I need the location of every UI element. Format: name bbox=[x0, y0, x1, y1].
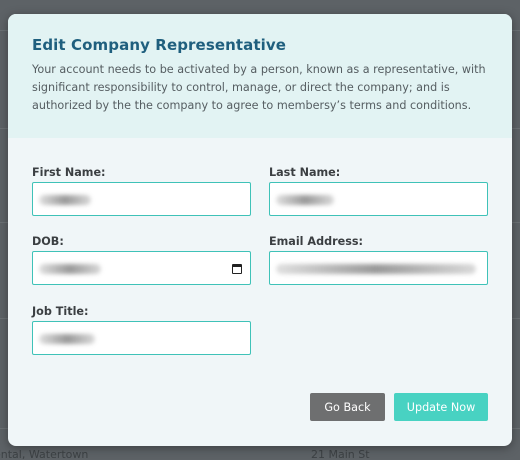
dob-label: DOB: bbox=[32, 235, 64, 248]
last-name-input[interactable] bbox=[269, 182, 488, 216]
first-name-label: First Name: bbox=[32, 166, 106, 179]
modal-title: Edit Company Representative bbox=[32, 36, 287, 54]
redacted-value bbox=[39, 195, 91, 205]
modal-description: Your account needs to be activated by a … bbox=[32, 63, 486, 112]
dob-field: DOB: bbox=[32, 235, 251, 285]
edit-representative-modal: Edit Company Representative Your account… bbox=[8, 14, 512, 446]
redacted-value bbox=[39, 264, 101, 274]
go-back-button[interactable]: Go Back bbox=[310, 393, 385, 421]
last-name-label: Last Name: bbox=[269, 166, 341, 179]
first-name-field: First Name: bbox=[32, 166, 251, 216]
update-now-button[interactable]: Update Now bbox=[394, 393, 488, 421]
calendar-icon[interactable] bbox=[232, 264, 242, 274]
email-label: Email Address: bbox=[269, 235, 363, 248]
last-name-field: Last Name: bbox=[269, 166, 488, 216]
first-name-input[interactable] bbox=[32, 182, 251, 216]
redacted-value bbox=[39, 334, 95, 344]
email-field: Email Address: bbox=[269, 235, 488, 285]
redacted-value bbox=[276, 264, 476, 274]
modal-header: Edit Company Representative Your account… bbox=[8, 14, 512, 138]
job-title-field: Job Title: bbox=[32, 305, 251, 355]
dob-input[interactable] bbox=[32, 251, 251, 285]
background-table-cell: ental, Watertown bbox=[0, 448, 89, 460]
job-title-label: Job Title: bbox=[32, 305, 89, 318]
email-input[interactable] bbox=[269, 251, 488, 285]
job-title-input[interactable] bbox=[32, 321, 251, 355]
background-table-cell: 21 Main St bbox=[311, 448, 370, 460]
redacted-value bbox=[276, 195, 334, 205]
